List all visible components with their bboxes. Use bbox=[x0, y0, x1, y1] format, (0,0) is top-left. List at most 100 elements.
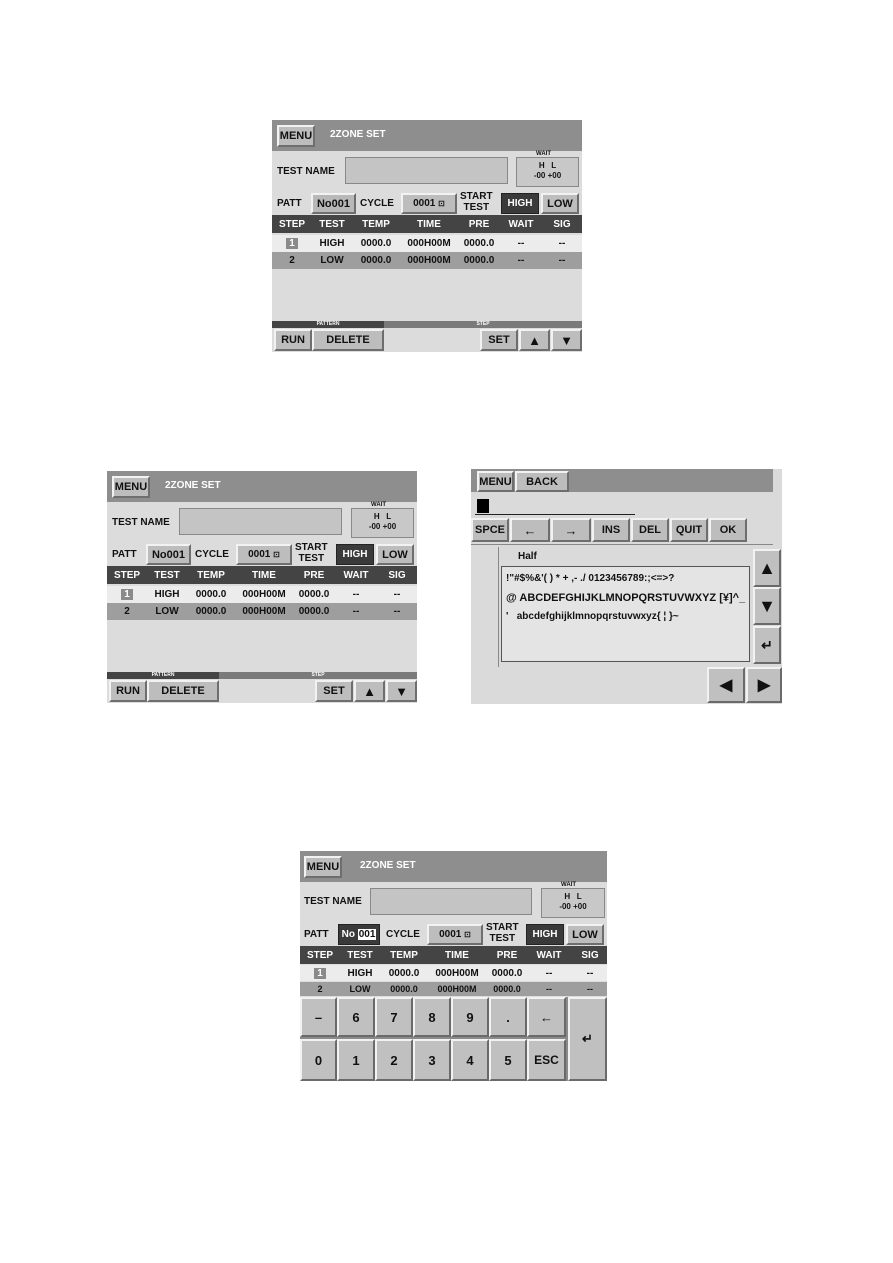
key-enter[interactable]: ↵ bbox=[568, 997, 607, 1081]
ok-button[interactable]: OK bbox=[709, 518, 747, 542]
col-temp: TEMP bbox=[362, 218, 390, 230]
table-row[interactable]: 2 LOW 0000.0 000H00M 0000.0 -- -- bbox=[107, 603, 417, 620]
key-7[interactable]: 7 bbox=[375, 997, 413, 1037]
back-button[interactable]: BACK bbox=[515, 471, 569, 492]
start-high-button[interactable]: HIGH bbox=[501, 193, 539, 214]
start-high-button[interactable]: HIGH bbox=[336, 544, 374, 565]
key-minus[interactable]: – bbox=[300, 997, 337, 1037]
cell-temp: 0000.0 bbox=[388, 967, 420, 979]
key-6[interactable]: 6 bbox=[337, 997, 375, 1037]
menu-button[interactable]: MENU bbox=[477, 471, 514, 492]
wait-h-label: H bbox=[373, 512, 380, 521]
key-backspace[interactable]: ← bbox=[527, 997, 566, 1037]
step-up-button[interactable]: ▲ bbox=[519, 329, 550, 351]
start-low-button[interactable]: LOW bbox=[541, 193, 579, 214]
wait-setting-button[interactable]: H L -00 +00 bbox=[541, 888, 605, 918]
page-right-button[interactable]: ▶ bbox=[746, 667, 782, 703]
set-button[interactable]: SET bbox=[480, 329, 518, 351]
run-button[interactable]: RUN bbox=[109, 680, 147, 702]
key-9[interactable]: 9 bbox=[451, 997, 489, 1037]
menu-button[interactable]: MENU bbox=[277, 125, 315, 147]
cycle-button[interactable]: 0001 ⊡ bbox=[427, 924, 483, 945]
col-time: TIME bbox=[417, 218, 441, 230]
cell-sig: -- bbox=[586, 967, 594, 979]
wait-h-value: -00 bbox=[559, 902, 571, 911]
key-escape[interactable]: ESC bbox=[527, 1039, 566, 1081]
char-row-uppercase[interactable]: @ ABCDEFGHIJKLMNOPQRSTUVWXYZ [¥]^_ bbox=[506, 592, 745, 604]
cell-sig: -- bbox=[558, 255, 566, 266]
char-row-symbols[interactable]: !"#$%&'( ) * + ,- ./ 0123456789:;<=>? bbox=[506, 573, 674, 584]
wait-l-label: L bbox=[551, 161, 557, 170]
col-wait: WAIT bbox=[508, 218, 534, 230]
step-up-button[interactable]: ▲ bbox=[354, 680, 385, 702]
wait-setting-button[interactable]: H L -00 +00 bbox=[351, 508, 414, 538]
table-row[interactable]: 2 LOW 0000.0 000H00M 0000.0 -- -- bbox=[300, 982, 607, 996]
key-1[interactable]: 1 bbox=[337, 1039, 375, 1081]
col-time: TIME bbox=[252, 569, 276, 581]
scroll-up-button[interactable]: ▲ bbox=[753, 549, 781, 587]
cycle-label: CYCLE bbox=[195, 549, 229, 560]
set-button[interactable]: SET bbox=[315, 680, 353, 702]
cell-wait: -- bbox=[352, 589, 360, 600]
key-4[interactable]: 4 bbox=[451, 1039, 489, 1081]
key-3[interactable]: 3 bbox=[413, 1039, 451, 1081]
cycle-button[interactable]: 0001 ⊡ bbox=[401, 193, 457, 214]
cursor-left-button[interactable]: ← bbox=[510, 518, 550, 542]
cell-time: 000H00M bbox=[242, 589, 286, 600]
start-low-button[interactable]: LOW bbox=[376, 544, 414, 565]
text-input-field[interactable] bbox=[475, 497, 635, 515]
header-bar bbox=[272, 120, 582, 151]
key-0[interactable]: 0 bbox=[300, 1039, 337, 1081]
start-high-button[interactable]: HIGH bbox=[526, 924, 564, 945]
col-test: TEST bbox=[154, 569, 180, 581]
table-row[interactable]: 1 HIGH 0000.0 000H00M 0000.0 -- -- bbox=[272, 235, 582, 252]
numpad: – 6 7 8 9 . ← 0 1 2 3 4 5 ESC ↵ bbox=[300, 997, 607, 1081]
start-test-label: START TEST bbox=[460, 191, 493, 213]
delete-char-button[interactable]: DEL bbox=[631, 518, 669, 542]
key-2[interactable]: 2 bbox=[375, 1039, 413, 1081]
character-table[interactable]: !"#$%&'( ) * + ,- ./ 0123456789:;<=>? @ … bbox=[501, 566, 750, 662]
wait-h-label: H bbox=[538, 161, 545, 170]
key-5[interactable]: 5 bbox=[489, 1039, 527, 1081]
delete-button[interactable]: DELETE bbox=[312, 329, 384, 351]
space-button[interactable]: SPCE bbox=[471, 518, 509, 542]
col-temp: TEMP bbox=[390, 949, 418, 961]
step-down-button[interactable]: ▼ bbox=[386, 680, 417, 702]
char-row-lowercase[interactable]: ' abcdefghijklmnopqrstuvwxyz{ ¦ }~ bbox=[506, 611, 679, 622]
menu-button[interactable]: MENU bbox=[304, 856, 342, 878]
col-pre: PRE bbox=[303, 569, 325, 581]
pattern-number-button[interactable]: No001 bbox=[146, 544, 191, 565]
page-left-button[interactable]: ◀ bbox=[707, 667, 745, 703]
table-row[interactable]: 1 HIGH 0000.0 000H00M 0000.0 -- -- bbox=[300, 965, 607, 981]
run-button[interactable]: RUN bbox=[274, 329, 312, 351]
zone-set-screen-top: MENU 2ZONE SET TEST NAME WAIT H L -00 +0… bbox=[272, 120, 582, 352]
pattern-number-editing[interactable]: No 001 bbox=[338, 924, 380, 945]
test-name-input[interactable] bbox=[345, 157, 508, 184]
start-low-button[interactable]: LOW bbox=[566, 924, 604, 945]
table-header: STEP TEST TEMP TIME PRE WAIT SIG bbox=[107, 566, 417, 584]
test-name-input[interactable] bbox=[179, 508, 342, 535]
cycle-button[interactable]: 0001 ⊡ bbox=[236, 544, 292, 565]
insert-button[interactable]: INS bbox=[592, 518, 630, 542]
header-bar bbox=[107, 471, 417, 502]
wait-setting-button[interactable]: H L -00 +00 bbox=[516, 157, 579, 187]
pattern-number-button[interactable]: No001 bbox=[311, 193, 356, 214]
scroll-down-button[interactable]: ▼ bbox=[753, 587, 781, 625]
pattern-caption: PATTERN bbox=[107, 672, 219, 679]
col-temp: TEMP bbox=[197, 569, 225, 581]
table-row[interactable]: 1 HIGH 0000.0 000H00M 0000.0 -- -- bbox=[107, 586, 417, 603]
key-8[interactable]: 8 bbox=[413, 997, 451, 1037]
char-panel-divider bbox=[498, 547, 499, 667]
cell-test: HIGH bbox=[319, 238, 345, 249]
step-down-button[interactable]: ▼ bbox=[551, 329, 582, 351]
key-decimal[interactable]: . bbox=[489, 997, 527, 1037]
test-name-input[interactable] bbox=[370, 888, 532, 915]
quit-button[interactable]: QUIT bbox=[670, 518, 708, 542]
menu-button[interactable]: MENU bbox=[112, 476, 150, 498]
delete-button[interactable]: DELETE bbox=[147, 680, 219, 702]
enter-button[interactable]: ↵ bbox=[753, 626, 781, 664]
table-row[interactable]: 2 LOW 0000.0 000H00M 0000.0 -- -- bbox=[272, 252, 582, 269]
numeric-input-screen: MENU 2ZONE SET TEST NAME WAIT H L -00 +0… bbox=[300, 851, 607, 1081]
cursor-right-button[interactable]: → bbox=[551, 518, 591, 542]
cell-pre: 0000.0 bbox=[493, 984, 521, 994]
